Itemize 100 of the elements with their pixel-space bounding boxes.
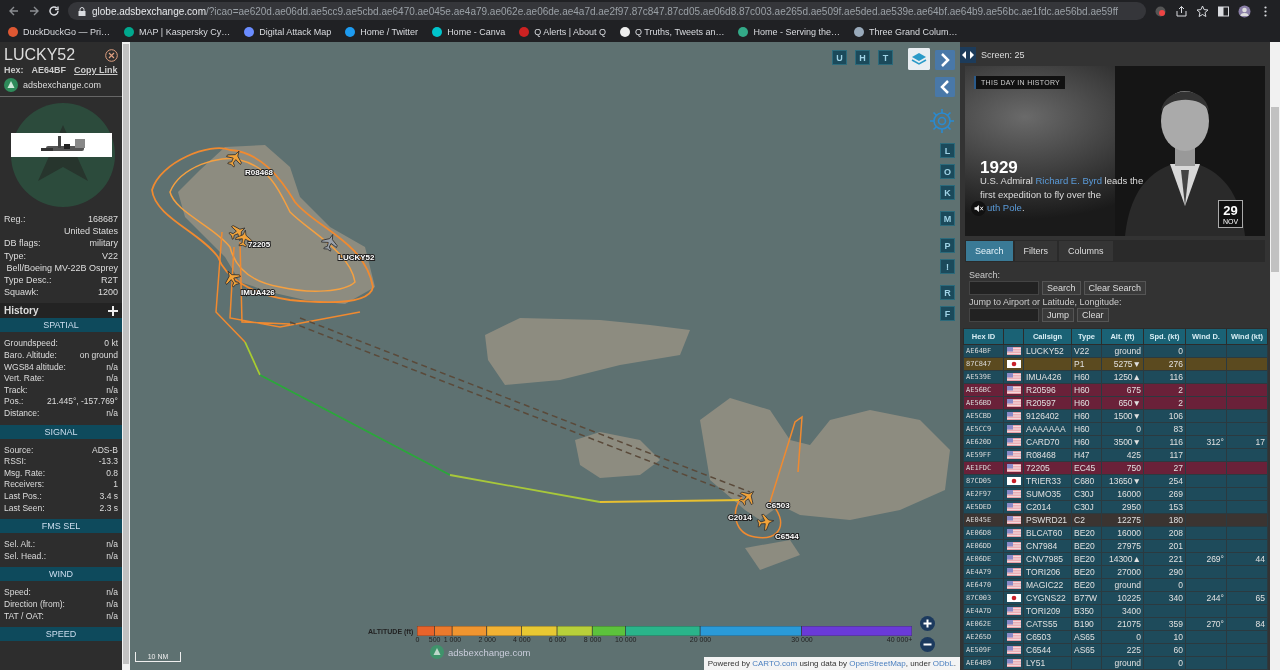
table-cell: 10225 xyxy=(1101,591,1144,605)
map-toggle-button[interactable]: R xyxy=(940,285,955,300)
table-cell: LY51 xyxy=(1023,656,1072,670)
section-header[interactable]: FMS SEL xyxy=(0,519,122,534)
forward-icon[interactable] xyxy=(28,5,40,17)
aircraft-icon[interactable] xyxy=(226,150,242,168)
section-header[interactable]: SIGNAL xyxy=(0,424,122,439)
bookmark[interactable]: Q Alerts | About Q xyxy=(519,27,607,37)
bookmark[interactable]: Digital Attack Map xyxy=(244,27,332,37)
aircraft-icon[interactable] xyxy=(228,225,246,241)
bookmark[interactable]: Home - Canva xyxy=(432,27,506,37)
bookmark[interactable]: Home / Twitter xyxy=(345,27,419,37)
back-icon[interactable] xyxy=(8,5,20,17)
clear-button[interactable]: Clear xyxy=(1077,308,1109,322)
sidebar-icon[interactable] xyxy=(1217,4,1230,18)
reload-icon[interactable] xyxy=(48,5,60,17)
table-cell: BLCAT60 xyxy=(1023,526,1072,540)
table-cell: 9126402 xyxy=(1023,409,1072,423)
bookmark[interactable]: Home - Serving the… xyxy=(738,27,840,37)
map-toggle-button[interactable]: L xyxy=(940,143,955,158)
field-label: Search: xyxy=(969,270,1002,281)
site-name: adsbexchange.com xyxy=(23,80,102,90)
screen-count: Screen: 25 xyxy=(981,50,1025,60)
tab[interactable]: Filters xyxy=(1014,241,1058,261)
history-link[interactable]: uth Pole xyxy=(987,202,1022,213)
layers-icon[interactable] xyxy=(908,48,930,70)
table-cell: 12275 xyxy=(1101,513,1144,527)
table-cell: R08468 xyxy=(1023,448,1072,462)
history-title: History xyxy=(4,305,39,317)
attribution-link[interactable]: OpenStreetMap xyxy=(849,659,906,668)
share-icon[interactable] xyxy=(1175,4,1188,18)
extension-icon[interactable] xyxy=(1154,4,1167,18)
address-bar[interactable]: globe.adsbexchange.com/?icao=ae620d.ae06dd.ae5cc9.ae5cbd.ae6470.ae045e.ae4a79.ae062e.ae06de.ae4a7d.ae2f97.87c847.87cd05.ae06d8.87c003.ae265d.ae509f.ae5ded.ae539e.ae64bf.ae64b9.ae56bc.ae1fdc.ae56bd.ae59ff xyxy=(68,2,1146,20)
section-header[interactable]: SPATIAL xyxy=(0,318,122,333)
star-icon[interactable] xyxy=(1196,4,1209,18)
aircraft-icon[interactable] xyxy=(739,490,755,506)
table-cell: C30J xyxy=(1071,500,1102,514)
table-cell: CN7984 xyxy=(1023,539,1072,553)
table-cell: 425 xyxy=(1101,448,1144,462)
detail-value: 1200 xyxy=(97,286,118,299)
map-toggle-button[interactable]: H xyxy=(855,50,870,65)
search-field[interactable] xyxy=(969,281,1039,295)
flag-icon xyxy=(1006,360,1021,368)
table-cell: BE20 xyxy=(1071,526,1102,540)
tab[interactable]: Columns xyxy=(1059,241,1113,261)
field-value: n/a xyxy=(106,373,118,385)
map-toggle-button[interactable]: M xyxy=(940,211,955,226)
lock-icon xyxy=(78,6,86,16)
table-cell: 201 xyxy=(1143,539,1186,553)
map-toggle-button[interactable]: K xyxy=(940,185,955,200)
table-cell: R20596 xyxy=(1023,383,1072,397)
table-cell: 72205 xyxy=(1023,461,1072,475)
table-cell: 14300▲ xyxy=(1101,552,1144,566)
table-cell: ground xyxy=(1101,344,1144,358)
map-toggle-button[interactable]: O xyxy=(940,164,955,179)
section-header[interactable]: WIND xyxy=(0,567,122,582)
attribution-link[interactable]: CARTO.com xyxy=(752,659,798,668)
chevron-left-icon[interactable] xyxy=(935,77,955,97)
chevron-right-icon[interactable] xyxy=(935,50,955,70)
table-cell: 650▼ xyxy=(1101,396,1144,410)
field-value: n/a xyxy=(106,408,118,420)
field-value: 1 xyxy=(113,479,118,491)
scrollbar[interactable] xyxy=(122,42,130,670)
clear-search-button[interactable]: Clear Search xyxy=(1083,281,1147,295)
field-label: Last Seen: xyxy=(4,502,45,515)
mute-icon[interactable] xyxy=(971,201,986,216)
aircraft-icon[interactable] xyxy=(756,513,775,531)
field-value: 0 kt xyxy=(104,338,118,350)
close-icon[interactable] xyxy=(105,48,118,62)
field-value: 0.8 xyxy=(106,467,118,480)
copy-link[interactable]: Copy Link xyxy=(74,65,118,75)
field-label: Pos.: xyxy=(4,396,24,408)
bookmark[interactable]: Three Grand Colum… xyxy=(853,27,958,37)
map-toggle-button[interactable]: ! xyxy=(940,259,955,274)
table-cell: C30J xyxy=(1071,487,1102,501)
bookmark[interactable]: DuckDuckGo — Pri… xyxy=(8,27,111,37)
table-cell: 270° xyxy=(1185,617,1227,631)
map-toggle-button[interactable]: P xyxy=(940,238,955,253)
aircraft-icon[interactable] xyxy=(225,270,241,288)
zoom-in-icon[interactable] xyxy=(920,616,935,631)
plus-icon[interactable] xyxy=(108,305,118,316)
zoom-out-icon[interactable] xyxy=(920,637,935,652)
table-cell: P1 xyxy=(1071,357,1102,371)
avatar-icon[interactable] xyxy=(1238,4,1251,18)
map-toggle-button[interactable]: F xyxy=(940,306,955,321)
tab[interactable]: Search xyxy=(966,241,1013,261)
attribution-link[interactable]: ODbL xyxy=(932,659,954,668)
bookmark[interactable]: MAP | Kaspersky Cy… xyxy=(124,27,231,37)
search-button[interactable]: Search xyxy=(1042,281,1081,295)
history-link[interactable]: Richard E. Byrd xyxy=(1035,175,1102,186)
scrollbar[interactable] xyxy=(1270,42,1280,670)
map-toggle-button[interactable]: U xyxy=(832,50,847,65)
map-toggle-button[interactable]: T xyxy=(878,50,893,65)
jump-field[interactable] xyxy=(969,308,1039,322)
jump-button[interactable]: Jump xyxy=(1042,308,1074,322)
table-cell: 0 xyxy=(1101,630,1144,644)
aircraft-icon[interactable] xyxy=(321,234,338,252)
bookmark[interactable]: Q Truths, Tweets an… xyxy=(620,27,725,37)
section-header[interactable]: SPEED xyxy=(0,627,122,642)
aircraft-label[interactable]: C6544 xyxy=(775,532,799,541)
